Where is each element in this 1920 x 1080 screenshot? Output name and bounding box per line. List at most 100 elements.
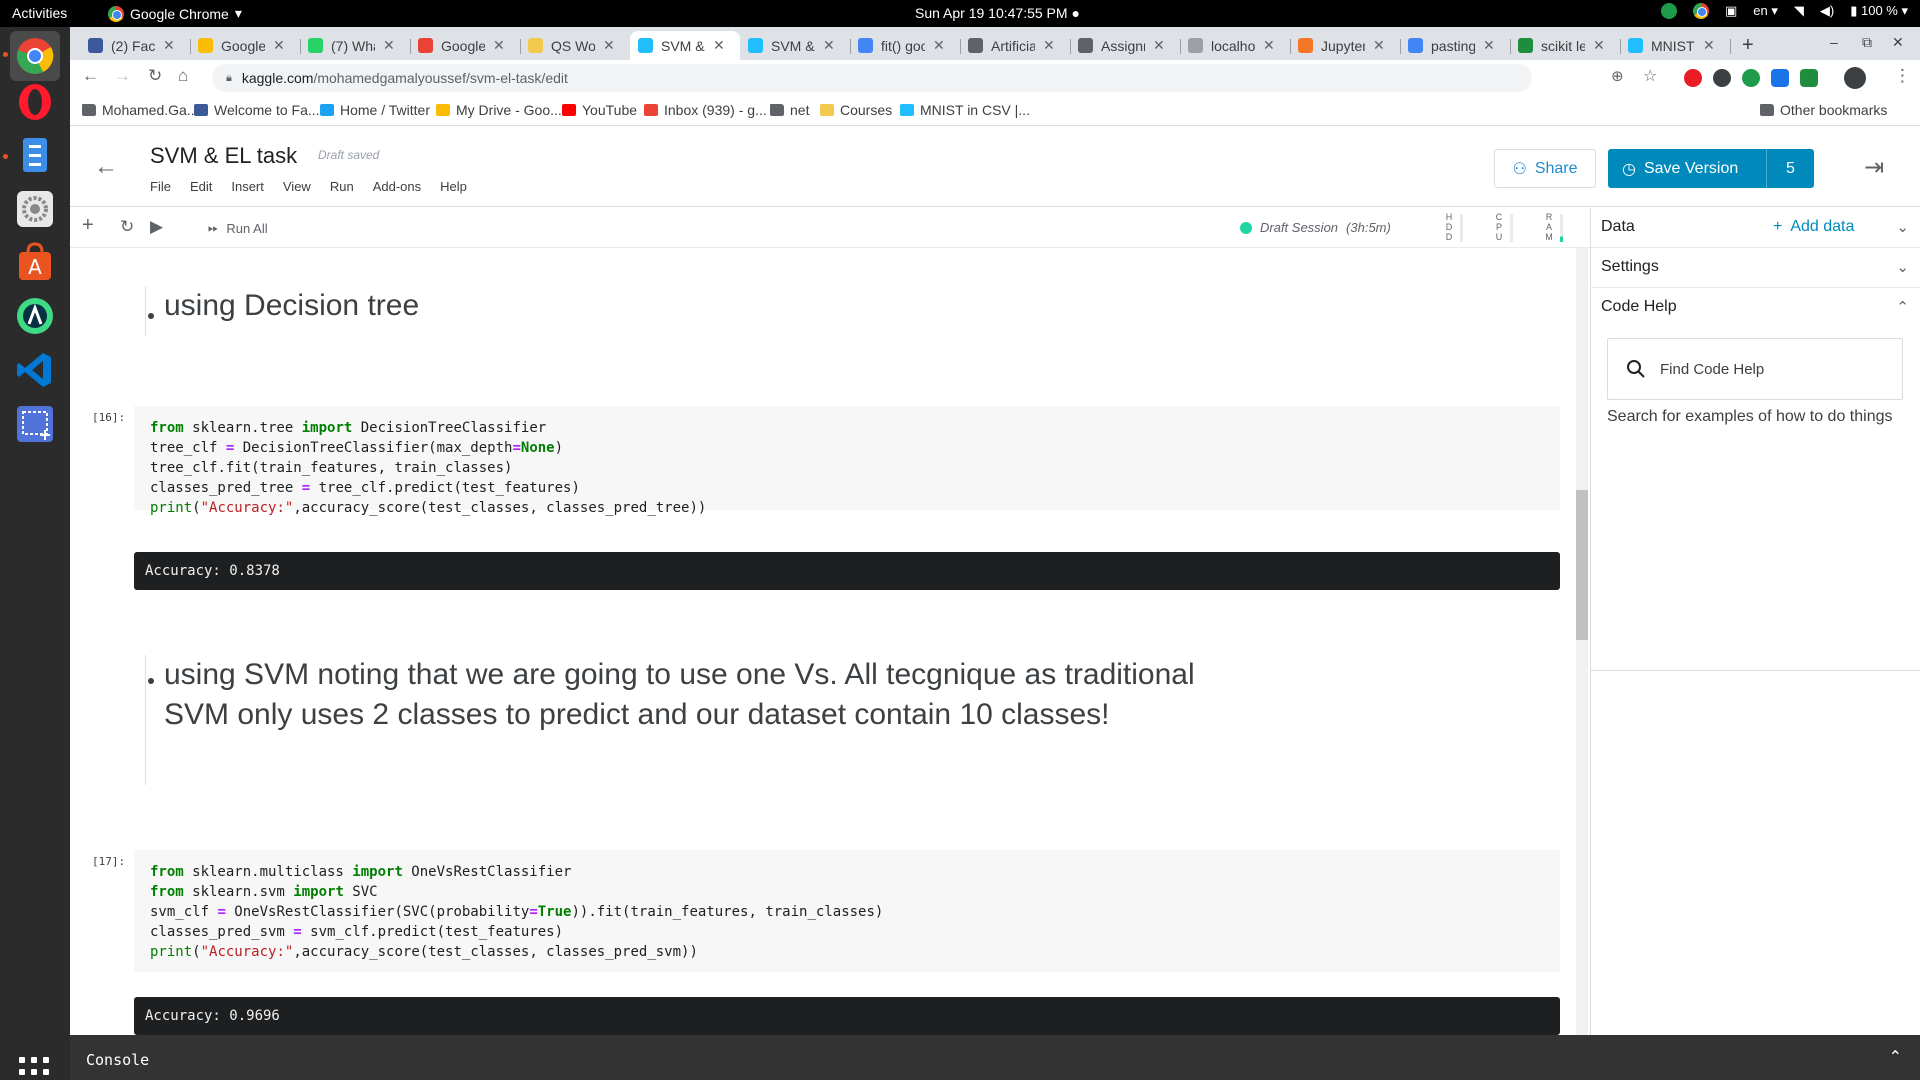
system-tray[interactable]: ▣ en ▾ ◥ ◀) ▮ 100 % ▾ — [1660, 3, 1908, 19]
activities-button[interactable]: Activities — [12, 5, 67, 21]
app-menu[interactable]: Google Chrome ▾ — [108, 5, 242, 22]
code-cell-17[interactable]: from sklearn.multiclass import OneVsRest… — [134, 850, 1560, 972]
tab-close-icon[interactable]: ✕ — [383, 37, 395, 54]
menu-help[interactable]: Help — [440, 179, 467, 194]
bookmark-item[interactable]: Courses — [820, 102, 892, 118]
extension-icon[interactable] — [1713, 69, 1731, 87]
tab-close-icon[interactable]: ✕ — [163, 37, 175, 54]
tab-close-icon[interactable]: ✕ — [1373, 37, 1385, 54]
browser-tab[interactable]: fit() google ✕ — [850, 31, 960, 60]
menu-run[interactable]: Run — [330, 179, 354, 194]
menu-edit[interactable]: Edit — [190, 179, 212, 194]
close-window-icon[interactable]: ✕ — [1892, 34, 1904, 51]
browser-tab[interactable]: localhost ✕ — [1180, 31, 1290, 60]
bookmark-item[interactable]: Home / Twitter — [320, 102, 430, 118]
profile-avatar[interactable] — [1844, 67, 1866, 89]
dock-chrome[interactable] — [10, 31, 60, 81]
markdown-cell[interactable]: using SVM noting that we are going to us… — [145, 655, 1205, 785]
chevron-down-icon[interactable]: ⌄ — [1896, 218, 1909, 236]
scrollbar-thumb[interactable] — [1576, 490, 1588, 640]
browser-tab[interactable]: SVM & EL task ✕ — [630, 31, 740, 60]
bookmark-item[interactable]: Welcome to Fa... — [194, 102, 320, 118]
reload-icon[interactable]: ↻ — [148, 66, 162, 86]
dock-opera[interactable] — [10, 77, 60, 127]
collapse-panel-icon[interactable]: ⇥ — [1864, 153, 1884, 182]
bookmark-item[interactable]: Inbox (939) - g... — [644, 102, 767, 118]
minimize-icon[interactable]: – — [1830, 34, 1838, 50]
tab-close-icon[interactable]: ✕ — [1153, 37, 1165, 54]
back-arrow-icon[interactable]: ← — [94, 153, 118, 181]
scrollbar-track[interactable] — [1576, 248, 1588, 1035]
menu-addons[interactable]: Add-ons — [373, 179, 421, 194]
restart-icon[interactable]: ↻ — [120, 217, 134, 237]
add-data-button[interactable]: + Add data — [1773, 218, 1854, 236]
home-icon[interactable]: ⌂ — [178, 66, 188, 86]
whatsapp-tray-icon[interactable] — [1660, 3, 1677, 19]
screen-icon[interactable]: ▣ — [1725, 3, 1737, 19]
save-version-button[interactable]: ◷ Save Version 5 — [1608, 149, 1814, 188]
menu-insert[interactable]: Insert — [231, 179, 264, 194]
browser-tab[interactable]: QS World ✕ — [520, 31, 630, 60]
tab-close-icon[interactable]: ✕ — [823, 37, 835, 54]
settings-section[interactable]: Settings ⌄ — [1591, 248, 1920, 288]
dock-android-studio[interactable] — [10, 291, 60, 341]
browser-tab[interactable]: scikit learn ✕ — [1510, 31, 1620, 60]
browser-tab[interactable]: Jupyter ✕ — [1290, 31, 1400, 60]
play-icon[interactable]: ▶ — [150, 217, 163, 237]
share-button[interactable]: ⚇ Share — [1494, 149, 1596, 188]
dock-files[interactable] — [10, 130, 60, 180]
sheets-extension-icon[interactable] — [1800, 69, 1818, 87]
tab-close-icon[interactable]: ✕ — [1593, 37, 1605, 54]
chevron-up-icon[interactable]: ⌃ — [1896, 298, 1909, 316]
browser-tab[interactable]: (7) WhatsApp ✕ — [300, 31, 410, 60]
language-indicator[interactable]: en ▾ — [1753, 3, 1778, 19]
tab-close-icon[interactable]: ✕ — [603, 37, 615, 54]
dock-settings[interactable] — [10, 184, 60, 234]
adblock-icon[interactable] — [1684, 69, 1702, 87]
show-applications-icon[interactable] — [19, 1057, 49, 1080]
star-icon[interactable]: ☆ — [1643, 66, 1657, 86]
restore-icon[interactable]: ⧉ — [1862, 34, 1872, 51]
chevron-down-icon[interactable]: ⌄ — [1896, 258, 1909, 276]
tab-close-icon[interactable]: ✕ — [273, 37, 285, 54]
browser-tab[interactable]: Artificial ✕ — [960, 31, 1070, 60]
menu-file[interactable]: File — [150, 179, 171, 194]
bookmark-item[interactable]: MNIST in CSV |... — [900, 102, 1030, 118]
tab-close-icon[interactable]: ✕ — [1043, 37, 1055, 54]
menu-kebab-icon[interactable]: ⋮ — [1894, 66, 1911, 86]
calendar-extension-icon[interactable] — [1771, 69, 1789, 87]
tab-close-icon[interactable]: ✕ — [1483, 37, 1495, 54]
bookmark-item[interactable]: My Drive - Goo... — [436, 102, 562, 118]
tab-close-icon[interactable]: ✕ — [493, 37, 505, 54]
console-bar[interactable]: Console ⌃ — [70, 1035, 1920, 1080]
dock-vscode[interactable] — [10, 345, 60, 395]
address-bar[interactable]: 🔒︎ kaggle.com/mohamedgamalyoussef/svm-el… — [212, 64, 1532, 92]
browser-tab[interactable]: (2) Facebook ✕ — [80, 31, 190, 60]
bookmark-item[interactable]: YouTube — [562, 102, 637, 118]
clock[interactable]: Sun Apr 19 10:47:55 PM ● — [915, 5, 1080, 21]
run-all-button[interactable]: ⏩︎ Run All — [208, 220, 268, 236]
forward-icon[interactable]: → — [114, 66, 131, 86]
bookmark-item[interactable]: net — [770, 102, 809, 118]
session-status[interactable]: Draft Session (3h:5m) — [1240, 220, 1391, 235]
notebook-title[interactable]: SVM & EL task — [150, 143, 297, 169]
browser-tab[interactable]: Assignment ✕ — [1070, 31, 1180, 60]
markdown-cell[interactable]: using Decision tree — [145, 286, 419, 336]
other-bookmarks[interactable]: Other bookmarks — [1760, 102, 1887, 118]
dock-screenshot[interactable] — [10, 399, 60, 449]
code-cell-16[interactable]: from sklearn.tree import DecisionTreeCla… — [134, 406, 1560, 516]
browser-tab[interactable]: Google Maps ✕ — [410, 31, 520, 60]
chevron-up-icon[interactable]: ⌃ — [1889, 1047, 1902, 1067]
back-icon[interactable]: ← — [82, 66, 99, 86]
tab-close-icon[interactable]: ✕ — [1263, 37, 1275, 54]
tab-close-icon[interactable]: ✕ — [713, 37, 725, 54]
zoom-icon[interactable]: ⊕ — [1611, 67, 1624, 85]
add-cell-icon[interactable]: + — [82, 214, 94, 237]
new-tab-icon[interactable]: + — [1734, 31, 1762, 60]
whatsapp-extension-icon[interactable] — [1742, 69, 1760, 87]
browser-tab[interactable]: Google Drive ✕ — [190, 31, 300, 60]
browser-tab[interactable]: MNIST ✕ — [1620, 31, 1730, 60]
code-help-section[interactable]: Code Help ⌃ — [1591, 288, 1920, 328]
menu-view[interactable]: View — [283, 179, 311, 194]
tab-close-icon[interactable]: ✕ — [933, 37, 945, 54]
